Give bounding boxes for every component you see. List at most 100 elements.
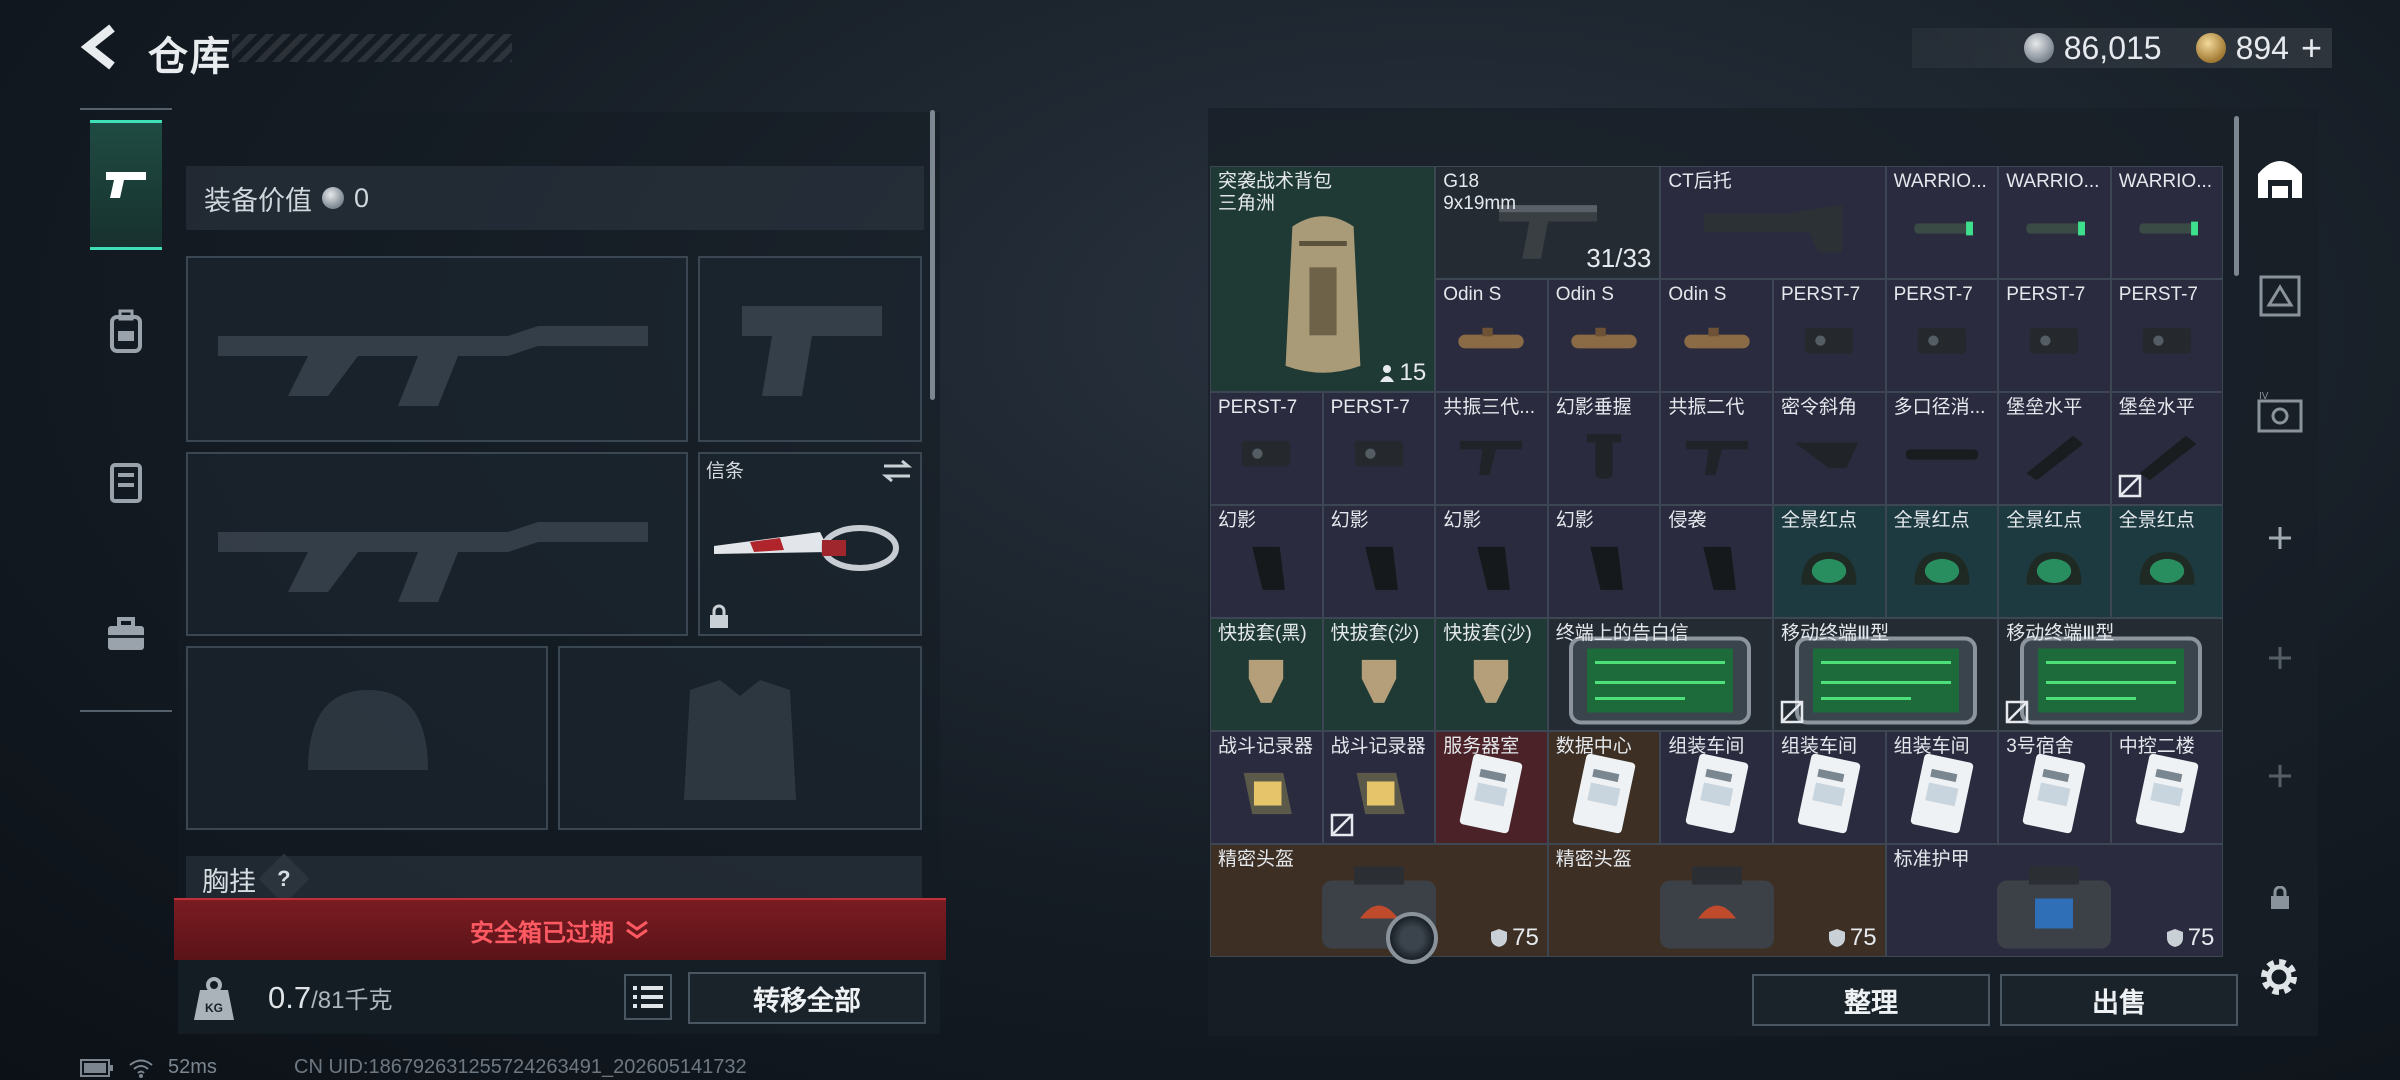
svg-text:KG: KG: [205, 1001, 223, 1015]
stash-item[interactable]: G18 9x19mm 31/33: [1435, 166, 1661, 279]
rifle-silhouette-icon: [218, 522, 648, 602]
tab-stash-2[interactable]: [2252, 268, 2308, 324]
stash-item[interactable]: Odin S: [1435, 279, 1548, 392]
stash-item[interactable]: 移动终端Ⅲ型: [1998, 618, 2224, 731]
stash-item-label: 共振二代: [1668, 397, 1745, 418]
melee-slot[interactable]: 信条: [698, 452, 922, 636]
loadout-scrollbar[interactable]: [930, 110, 935, 400]
stash-item[interactable]: 组装车间: [1660, 731, 1773, 844]
stash-item[interactable]: 精密头盔 75: [1547, 844, 1886, 957]
stash-item-label: 突袭战术背包 三角洲: [1218, 171, 1333, 214]
not-secured-icon: [1330, 813, 1354, 837]
stash-item[interactable]: 快拔套(沙): [1322, 618, 1436, 731]
svg-text:IV: IV: [2259, 391, 2269, 402]
stash-item[interactable]: 全景红点: [2110, 505, 2224, 618]
tab-backpack[interactable]: [90, 276, 162, 386]
stash-item[interactable]: 中控二楼: [2110, 731, 2224, 844]
add-currency-button[interactable]: +: [2301, 27, 2322, 69]
stash-item[interactable]: PERST-7: [1885, 279, 1999, 392]
stash-item-label: 中控二楼: [2118, 736, 2195, 757]
stash-item[interactable]: 幻影: [1435, 505, 1548, 618]
transfer-all-button[interactable]: 转移全部: [688, 972, 926, 1024]
stash-item[interactable]: PERST-7: [1322, 392, 1436, 505]
stash-item-label: WARRIO...: [2118, 171, 2213, 192]
stash-item[interactable]: Odin S: [1547, 279, 1661, 392]
angled-grip-icon: [1786, 429, 1872, 486]
stash-item[interactable]: 服务器室: [1435, 731, 1548, 844]
stash-item[interactable]: WARRIO...: [1998, 166, 2111, 279]
add-stash-tab-1[interactable]: [2252, 510, 2308, 566]
stash-item[interactable]: 数据中心: [1547, 731, 1661, 844]
secondary-weapon-slot[interactable]: [186, 452, 688, 636]
stash-item[interactable]: Odin S: [1660, 279, 1773, 392]
stash-item[interactable]: 幻影: [1547, 505, 1661, 618]
add-stash-tab-2[interactable]: [2252, 630, 2308, 686]
stash-item[interactable]: 精密头盔 75: [1210, 844, 1548, 957]
tab-stash-main[interactable]: [2252, 150, 2308, 206]
stash-item[interactable]: WARRIO...: [1885, 166, 1999, 279]
stash-item[interactable]: 终端上的告白信: [1547, 618, 1773, 731]
stash-item[interactable]: 组装车间: [1773, 731, 1886, 844]
stash-item[interactable]: 共振三代...: [1435, 392, 1548, 505]
helmet-slot[interactable]: [186, 646, 548, 830]
help-icon[interactable]: ?: [258, 853, 310, 905]
gold-coin-icon: [2195, 33, 2226, 63]
stash-item[interactable]: 幻影垂握: [1547, 392, 1661, 505]
safe-box-expired-banner[interactable]: 安全箱已过期: [174, 898, 946, 960]
stash-item[interactable]: 全景红点: [1998, 505, 2111, 618]
stash-item-label: 数据中心: [1555, 736, 1632, 757]
stash-item[interactable]: 战斗记录器: [1322, 731, 1436, 844]
stash-item[interactable]: 堡垒水平: [2110, 392, 2224, 505]
stash-item[interactable]: 多口径消...: [1885, 392, 1999, 505]
stash-item[interactable]: CT后托: [1660, 166, 1886, 279]
stash-item[interactable]: PERST-7: [1773, 279, 1886, 392]
swap-icon[interactable]: [882, 460, 912, 482]
stash-item[interactable]: 侵袭: [1660, 505, 1773, 618]
tab-stash-4[interactable]: IV: [2252, 384, 2308, 440]
stash-item[interactable]: 移动终端Ⅲ型: [1773, 618, 1999, 731]
stash-item[interactable]: 全景红点: [1773, 505, 1886, 618]
tab-case[interactable]: [90, 580, 162, 690]
stash-item[interactable]: 幻影: [1322, 505, 1436, 618]
sort-button[interactable]: 整理: [1752, 974, 1990, 1026]
stash-item[interactable]: 快拔套(黑): [1210, 618, 1323, 731]
wifi-icon: [129, 1059, 153, 1078]
virtual-joystick[interactable]: [1386, 912, 1438, 964]
not-secured-icon: [2118, 474, 2142, 498]
keycard-icon: [1569, 752, 1639, 841]
stash-item[interactable]: 突袭战术背包 三角洲 15: [1210, 166, 1436, 392]
stash-lock-tab[interactable]: [2252, 870, 2308, 926]
stash-item[interactable]: 战斗记录器: [1210, 731, 1323, 844]
stash-item[interactable]: PERST-7: [1998, 279, 2111, 392]
sidearm-slot[interactable]: [698, 256, 922, 442]
pistol-grip-icon: [1561, 542, 1647, 599]
add-stash-tab-3[interactable]: [2252, 748, 2308, 804]
primary-weapon-slot[interactable]: [186, 256, 688, 442]
stash-item[interactable]: 共振二代: [1660, 392, 1773, 505]
back-button[interactable]: [78, 22, 124, 72]
stash-item[interactable]: PERST-7: [2110, 279, 2224, 392]
stash-item-label: 幻影垂握: [1555, 397, 1632, 418]
safe-box-expired-text: 安全箱已过期: [470, 919, 614, 947]
stash-item[interactable]: 幻影: [1210, 505, 1323, 618]
stash-scrollbar[interactable]: [2234, 116, 2239, 276]
pistol-silhouette-icon: [742, 306, 882, 396]
tab-weapons[interactable]: [90, 120, 162, 250]
stash-item[interactable]: 密令斜角: [1773, 392, 1886, 505]
settings-gear-icon[interactable]: [2254, 952, 2304, 1002]
armor-slot[interactable]: [558, 646, 922, 830]
stash-item[interactable]: 快拔套(沙): [1435, 618, 1548, 731]
double-chevron-down-icon: [626, 920, 648, 939]
tab-vest[interactable]: [90, 426, 162, 536]
stash-item[interactable]: PERST-7: [1210, 392, 1323, 505]
stash-item[interactable]: WARRIO...: [2110, 166, 2224, 279]
backpack-icon: [110, 309, 142, 353]
list-view-button[interactable]: [624, 974, 672, 1020]
stash-item[interactable]: 堡垒水平: [1998, 392, 2111, 505]
sell-button[interactable]: 出售: [2000, 974, 2238, 1026]
stash-item[interactable]: 全景红点: [1885, 505, 1999, 618]
stash-item[interactable]: 标准护甲 75: [1885, 844, 2224, 957]
stash-item[interactable]: 3号宿舍: [1998, 731, 2111, 844]
stash-item[interactable]: 组装车间: [1885, 731, 1999, 844]
gun-icon: [106, 172, 146, 198]
